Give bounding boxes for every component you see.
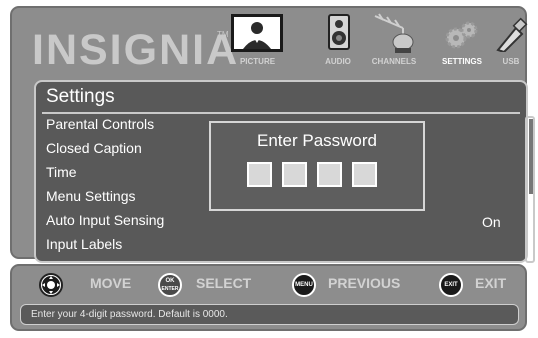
- navigation-legend: MOVE OK ENTER SELECT MENU PREVIOUS EXIT …: [10, 264, 527, 331]
- password-digit-3[interactable]: [317, 162, 342, 187]
- select-label: SELECT: [196, 275, 252, 291]
- exit-label: EXIT: [475, 275, 507, 291]
- auto-input-sensing-value: On: [482, 214, 501, 230]
- tab-usb-label: USB: [502, 57, 520, 66]
- menu-button-icon: MENU: [292, 273, 316, 297]
- picture-icon: [231, 14, 283, 52]
- exit-button-icon: EXIT: [439, 273, 463, 297]
- brand-logo: INSIGNIA: [32, 26, 240, 74]
- title-divider: [42, 112, 520, 114]
- ok-enter-button-icon: OK ENTER: [158, 273, 182, 297]
- password-dialog: Enter Password: [209, 121, 425, 211]
- gears-icon: [444, 20, 480, 57]
- menu-icon-text: MENU: [295, 282, 313, 288]
- tab-channels-label: CHANNELS: [371, 57, 417, 66]
- tab-settings[interactable]: SETTINGS: [432, 10, 492, 68]
- hint-bar: Enter your 4-digit password. Default is …: [20, 304, 519, 325]
- tab-audio[interactable]: AUDIO: [314, 10, 362, 68]
- dpad-icon: [39, 273, 63, 297]
- previous-label: PREVIOUS: [328, 275, 401, 291]
- speaker-icon: [328, 14, 350, 55]
- password-digit-2[interactable]: [282, 162, 307, 187]
- menu-item-auto-input-sensing[interactable]: Auto Input Sensing: [46, 212, 164, 228]
- tab-settings-label: SETTINGS: [441, 57, 482, 66]
- tab-channels[interactable]: CHANNELS: [359, 10, 429, 68]
- password-digit-1[interactable]: [247, 162, 272, 187]
- move-label: MOVE: [90, 275, 132, 291]
- enter-icon-text: ENTER: [161, 286, 179, 292]
- menu-item-closed-caption[interactable]: Closed Caption: [46, 140, 142, 156]
- exit-icon-text: EXIT: [444, 282, 458, 288]
- menu-item-parental-controls[interactable]: Parental Controls: [46, 116, 154, 132]
- tab-audio-label: AUDIO: [325, 57, 351, 66]
- tab-picture-label: PICTURE: [239, 57, 276, 66]
- menu-header-panel: INSIGNIA TM PICTURE AUDIO CHANNELS SETTI…: [10, 6, 535, 263]
- usb-drive-icon: [494, 16, 528, 57]
- hint-text: Enter your 4-digit password. Default is …: [31, 309, 228, 320]
- satellite-antenna-icon: [369, 12, 421, 59]
- tab-picture[interactable]: PICTURE: [225, 10, 290, 68]
- settings-panel: Settings Parental Controls Closed Captio…: [34, 80, 535, 263]
- menu-item-time[interactable]: Time: [46, 164, 77, 180]
- ok-icon-text: OK: [165, 278, 175, 284]
- password-dialog-title: Enter Password: [257, 131, 377, 150]
- scrollbar-thumb[interactable]: [529, 119, 533, 194]
- page-title: Settings: [46, 86, 115, 107]
- scrollbar[interactable]: [525, 116, 535, 263]
- tab-usb[interactable]: USB: [492, 10, 530, 68]
- menu-item-menu-settings[interactable]: Menu Settings: [46, 188, 136, 204]
- menu-item-input-labels[interactable]: Input Labels: [46, 236, 122, 252]
- password-digit-4[interactable]: [352, 162, 377, 187]
